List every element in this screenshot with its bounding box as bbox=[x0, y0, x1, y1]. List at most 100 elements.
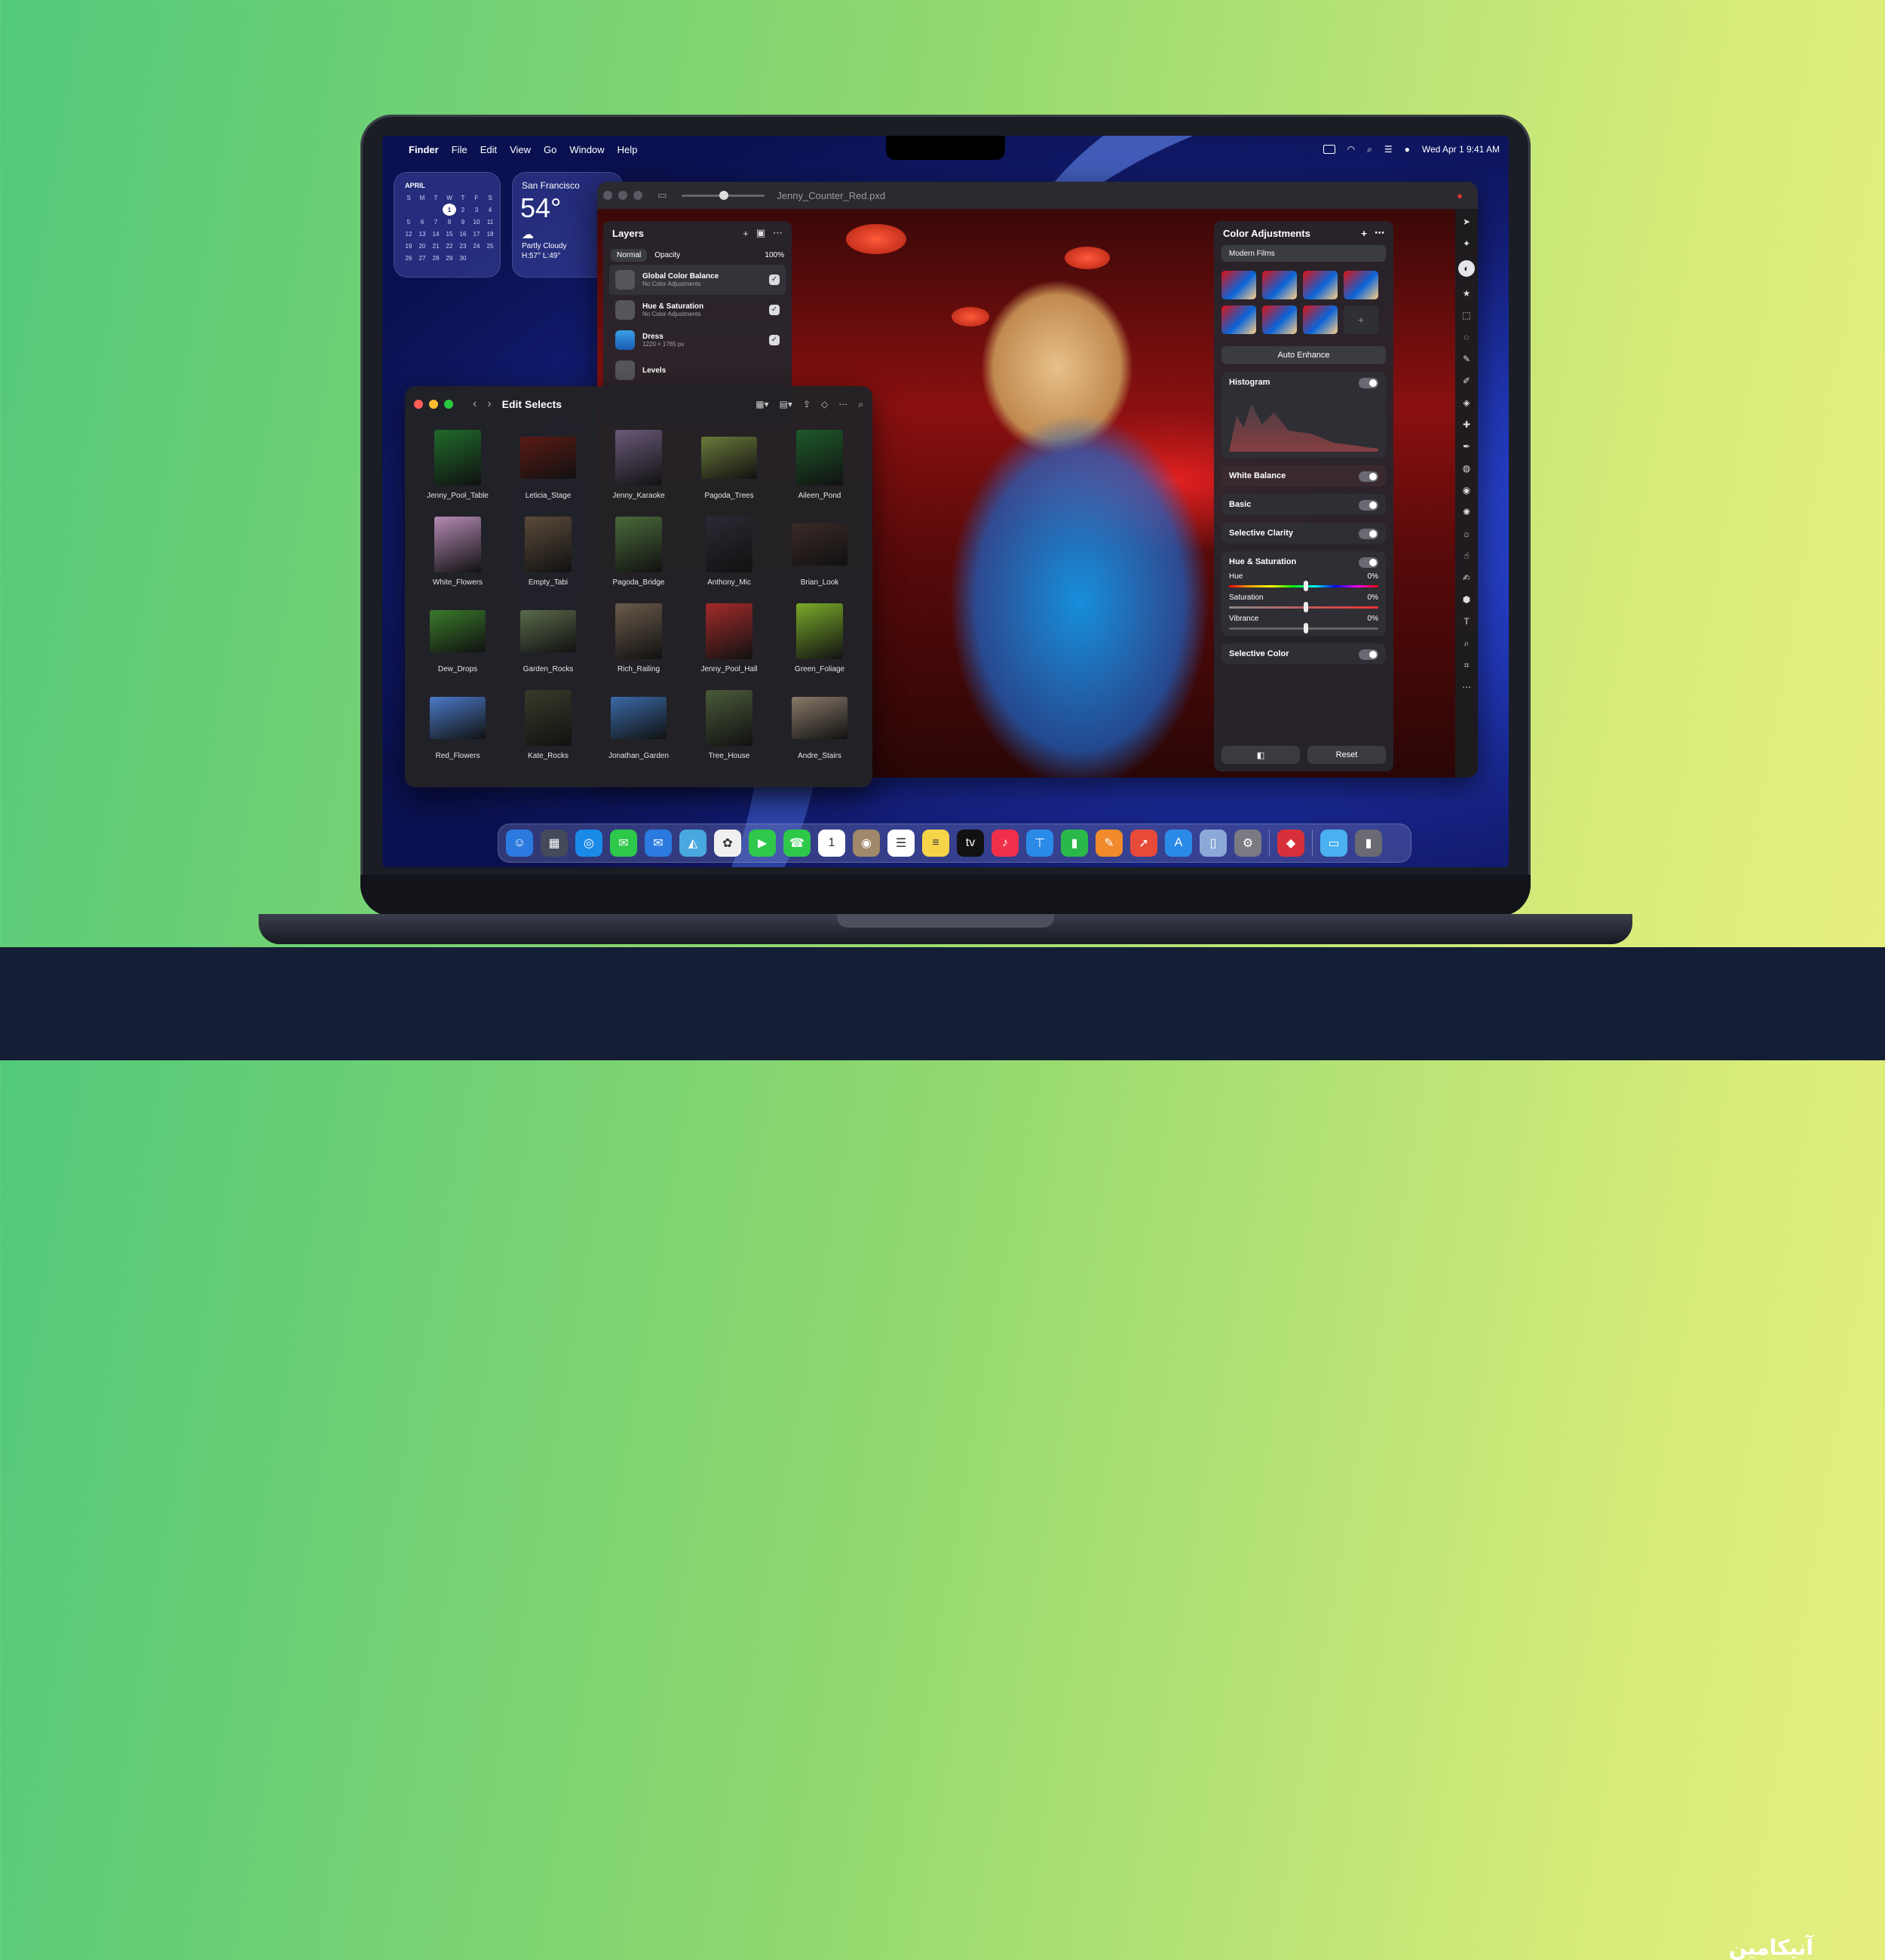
retouch-tool-icon[interactable]: ✚ bbox=[1461, 419, 1472, 430]
auto-enhance-button[interactable]: Auto Enhance bbox=[1221, 346, 1386, 364]
file-item[interactable]: Jenny_Karaoke bbox=[593, 430, 684, 500]
preset-thumbnail[interactable] bbox=[1262, 305, 1297, 334]
file-thumbnail[interactable] bbox=[520, 610, 576, 652]
file-thumbnail[interactable] bbox=[615, 517, 662, 572]
reset-button[interactable]: Reset bbox=[1307, 746, 1386, 764]
vibrance-slider[interactable] bbox=[1229, 623, 1378, 633]
file-thumbnail[interactable] bbox=[611, 697, 667, 739]
file-thumbnail[interactable] bbox=[525, 517, 572, 572]
menu-edit[interactable]: Edit bbox=[480, 144, 497, 155]
file-item[interactable]: Empty_Tabi bbox=[503, 517, 593, 587]
pixelmator-icon[interactable]: ◆ bbox=[1277, 830, 1304, 857]
file-thumbnail[interactable] bbox=[706, 517, 752, 572]
more-tools-icon[interactable]: ⋯ bbox=[1461, 682, 1472, 692]
group-by-icon[interactable]: ▤▾ bbox=[780, 399, 792, 410]
share-icon[interactable]: ⇪ bbox=[803, 399, 811, 410]
facetime-icon[interactable]: ▶ bbox=[749, 830, 776, 857]
layer-row[interactable]: Hue & Saturation No Color Adjustments ✓ bbox=[609, 295, 786, 325]
hue-slider[interactable] bbox=[1229, 581, 1378, 591]
reminders-icon[interactable]: ☰ bbox=[887, 830, 915, 857]
file-item[interactable]: Pagoda_Bridge bbox=[593, 517, 684, 587]
minimize-button[interactable] bbox=[429, 400, 438, 409]
compare-icon[interactable]: ◧ bbox=[1221, 746, 1300, 764]
brush-tool-icon[interactable]: ✐ bbox=[1461, 376, 1472, 386]
layer-row[interactable]: Global Color Balance No Color Adjustment… bbox=[609, 265, 786, 295]
add-adjustment-icon[interactable]: + bbox=[1361, 228, 1367, 239]
color-adjust-tool-icon[interactable]: ◐ bbox=[1458, 260, 1475, 277]
rocket-icon[interactable]: ➚ bbox=[1130, 830, 1157, 857]
zoom-button[interactable] bbox=[444, 400, 453, 409]
music-icon[interactable]: ♪ bbox=[992, 830, 1019, 857]
paint-tool-icon[interactable]: ✍ bbox=[1461, 572, 1472, 583]
back-icon[interactable]: ‹ bbox=[473, 397, 477, 411]
search-icon[interactable]: ⌕ bbox=[858, 399, 863, 410]
file-thumbnail[interactable] bbox=[615, 430, 662, 486]
file-thumbnail[interactable] bbox=[706, 603, 752, 659]
menu-clock[interactable]: Wed Apr 1 9:41 AM bbox=[1422, 144, 1500, 155]
preset-thumbnail[interactable] bbox=[1344, 271, 1378, 299]
basic-toggle[interactable] bbox=[1359, 500, 1378, 511]
type-tool-icon[interactable]: T bbox=[1461, 616, 1472, 627]
preset-thumbnail[interactable] bbox=[1262, 271, 1297, 299]
settings-icon[interactable]: ⚙ bbox=[1234, 830, 1261, 857]
file-item[interactable]: Red_Flowers bbox=[412, 690, 503, 760]
zoom-tool-icon[interactable]: ⌕ bbox=[1461, 638, 1472, 649]
file-item[interactable]: Pagoda_Trees bbox=[684, 430, 774, 500]
preset-thumbnail[interactable] bbox=[1221, 271, 1256, 299]
calendar-widget[interactable]: APRIL S M T W T F S 1 2 3 4 5 6 7 8 9 10 11 12 13 14 15 16 17 18… bbox=[394, 172, 501, 278]
opacity-value[interactable]: 100% bbox=[765, 251, 784, 259]
close-button[interactable] bbox=[603, 191, 612, 200]
style-tool-icon[interactable]: ✦ bbox=[1461, 238, 1472, 249]
quick-select-tool-icon[interactable]: ✎ bbox=[1461, 354, 1472, 364]
basic-section[interactable]: Basic bbox=[1221, 494, 1386, 515]
launchpad-icon[interactable]: ▦ bbox=[541, 830, 568, 857]
file-thumbnail[interactable] bbox=[430, 697, 486, 739]
sponge-tool-icon[interactable]: ✺ bbox=[1461, 507, 1472, 517]
file-item[interactable]: Tree_House bbox=[684, 690, 774, 760]
file-item[interactable]: Jonathan_Garden bbox=[593, 690, 684, 760]
photos-icon[interactable]: ✿ bbox=[714, 830, 741, 857]
layer-visibility-checkbox[interactable]: ✓ bbox=[769, 305, 780, 315]
layer-row[interactable]: Levels bbox=[609, 355, 786, 385]
clone-tool-icon[interactable]: ◉ bbox=[1461, 485, 1472, 495]
phone-icon[interactable]: ☎ bbox=[783, 830, 811, 857]
file-thumbnail[interactable] bbox=[796, 603, 843, 659]
file-item[interactable]: Garden_Rocks bbox=[503, 603, 593, 673]
file-thumbnail[interactable] bbox=[701, 437, 757, 479]
tag-icon[interactable]: ◇ bbox=[821, 399, 828, 410]
effects-tool-icon[interactable]: ★ bbox=[1461, 288, 1472, 299]
add-preset-icon[interactable]: + bbox=[1344, 305, 1378, 334]
lasso-tool-icon[interactable]: ◌ bbox=[1461, 332, 1472, 342]
selective-clarity-section[interactable]: Selective Clarity bbox=[1221, 523, 1386, 544]
preset-thumbnail[interactable] bbox=[1303, 271, 1338, 299]
more-icon[interactable]: ⋯ bbox=[1375, 227, 1384, 239]
selection-tool-icon[interactable]: ⬚ bbox=[1461, 310, 1472, 321]
record-icon[interactable]: ● bbox=[1457, 190, 1463, 201]
siri-icon[interactable]: ● bbox=[1405, 144, 1410, 155]
file-thumbnail[interactable] bbox=[796, 430, 843, 486]
minimize-button[interactable] bbox=[618, 191, 627, 200]
fill-tool-icon[interactable]: ◈ bbox=[1461, 397, 1472, 408]
white-balance-toggle[interactable] bbox=[1359, 471, 1378, 482]
crop-tool-icon[interactable]: ⌗ bbox=[1461, 660, 1472, 670]
notes-icon[interactable]: ≡ bbox=[922, 830, 949, 857]
battery-icon[interactable] bbox=[1323, 145, 1335, 154]
trash-icon[interactable]: ▮ bbox=[1355, 830, 1382, 857]
pen-tool-icon[interactable]: ✒ bbox=[1461, 441, 1472, 452]
file-thumbnail[interactable] bbox=[525, 690, 572, 746]
menu-app-name[interactable]: Finder bbox=[409, 144, 439, 155]
file-item[interactable]: Rich_Railing bbox=[593, 603, 684, 673]
view-mode-icon[interactable]: ▦▾ bbox=[756, 399, 768, 410]
sidebar-toggle-icon[interactable]: ▭ bbox=[657, 189, 667, 201]
file-thumbnail[interactable] bbox=[430, 610, 486, 652]
folder-icon[interactable]: ▭ bbox=[1320, 830, 1347, 857]
safari-icon[interactable]: ◎ bbox=[575, 830, 602, 857]
control-center-icon[interactable]: ☰ bbox=[1384, 144, 1393, 155]
file-thumbnail[interactable] bbox=[434, 517, 481, 572]
pages-icon[interactable]: ✎ bbox=[1096, 830, 1123, 857]
mail-icon[interactable]: ✉ bbox=[645, 830, 672, 857]
blur-tool-icon[interactable]: ☼ bbox=[1461, 529, 1472, 539]
preset-thumbnail[interactable] bbox=[1221, 305, 1256, 334]
hue-saturation-toggle[interactable] bbox=[1359, 557, 1378, 568]
smudge-tool-icon[interactable]: ☝ bbox=[1461, 551, 1472, 561]
